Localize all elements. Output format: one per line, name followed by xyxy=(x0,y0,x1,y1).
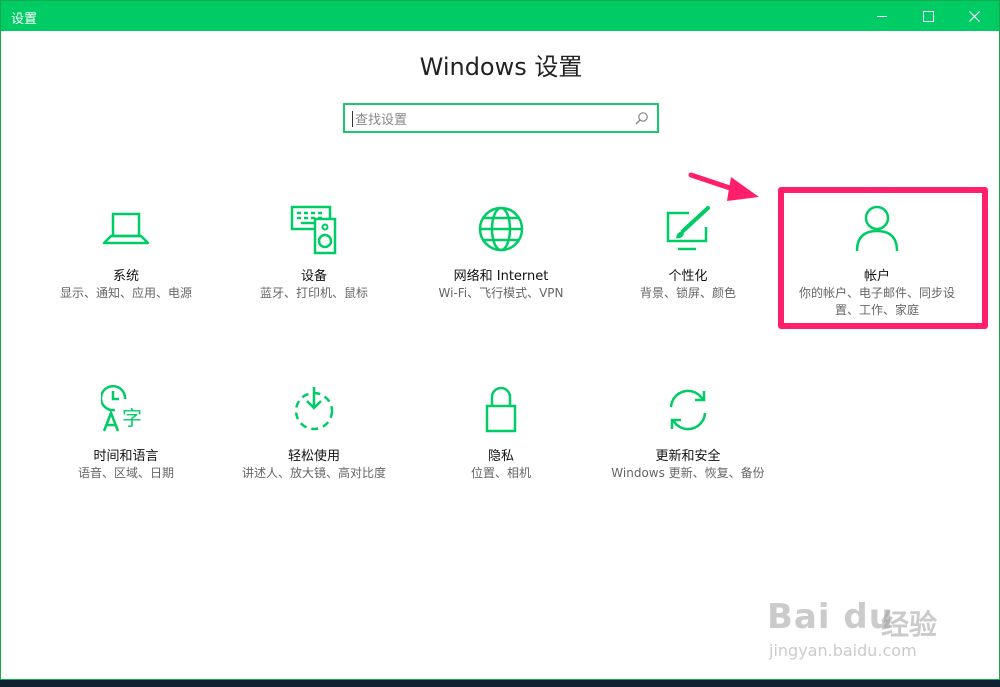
tile-privacy[interactable]: 隐私 位置、相机 xyxy=(411,385,591,515)
close-button[interactable] xyxy=(951,1,997,31)
maximize-icon xyxy=(922,10,934,22)
tile-personalization[interactable]: 个性化 背景、锁屏、颜色 xyxy=(598,205,778,335)
personalization-icon xyxy=(666,206,710,251)
tile-description: 语音、区域、日期 xyxy=(77,466,174,480)
tile-description: 讲述人、放大镜、高对比度 xyxy=(241,466,386,480)
laptop-icon xyxy=(102,212,150,245)
search-input[interactable] xyxy=(353,110,627,130)
watermark-url: jingyan.baidu.com xyxy=(769,641,917,660)
annotation-arrow-icon xyxy=(688,172,759,201)
tile-description: 蓝牙、打印机、鼠标 xyxy=(259,286,368,300)
tile-label: 系统 xyxy=(112,269,139,284)
watermark-brand: Bai du xyxy=(767,597,894,637)
tile-description: Wi-Fi、飞行模式、VPN xyxy=(438,286,564,300)
tile-label: 网络和 Internet xyxy=(453,269,549,284)
minimize-button[interactable] xyxy=(859,1,905,31)
tile-label: 隐私 xyxy=(487,449,514,464)
ease-of-access-icon xyxy=(294,387,334,431)
tile-system[interactable]: 系统 显示、通知、应用、电源 xyxy=(36,205,216,335)
tile-label: 轻松使用 xyxy=(287,449,340,464)
watermark-jingyan: 经验 xyxy=(881,608,938,641)
tile-description: 背景、锁屏、颜色 xyxy=(639,286,736,300)
highlight-box xyxy=(778,187,988,329)
window-title: 设置 xyxy=(11,12,38,27)
tile-description: 位置、相机 xyxy=(470,466,531,480)
tile-label: 个性化 xyxy=(668,269,708,284)
sync-icon xyxy=(669,389,707,431)
tile-label: 更新和安全 xyxy=(655,449,721,464)
lock-icon xyxy=(485,386,517,433)
tile-label: 时间和语言 xyxy=(93,449,159,464)
search-box[interactable] xyxy=(343,103,659,133)
tile-network[interactable]: 网络和 Internet Wi-Fi、飞行模式、VPN xyxy=(411,205,591,335)
minimize-icon xyxy=(877,15,887,17)
time-language-icon: 字 xyxy=(101,385,142,432)
page-title: Windows 设置 xyxy=(419,53,583,81)
tile-ease-of-access[interactable]: 轻松使用 讲述人、放大镜、高对比度 xyxy=(224,385,404,515)
tile-time-language[interactable]: 字 时间和语言 语音、区域、日期 xyxy=(36,385,216,515)
svg-text:字: 字 xyxy=(122,406,142,430)
tile-description: 显示、通知、应用、电源 xyxy=(59,286,192,300)
devices-icon xyxy=(290,205,337,255)
globe-icon xyxy=(478,206,524,252)
baidu-watermark: Bai du 经验 jingyan.baidu.com xyxy=(761,591,961,671)
tile-description: Windows 更新、恢复、备份 xyxy=(611,466,765,480)
tile-devices[interactable]: 设备 蓝牙、打印机、鼠标 xyxy=(224,205,404,335)
maximize-button[interactable] xyxy=(905,1,951,31)
close-icon xyxy=(968,10,980,22)
tile-label: 设备 xyxy=(300,269,327,284)
tile-update-security[interactable]: 更新和安全 Windows 更新、恢复、备份 xyxy=(598,385,778,515)
search-icon[interactable] xyxy=(635,111,649,125)
title-bar[interactable]: 设置 xyxy=(1,1,999,31)
settings-window: 设置 Windows 设置 系统 显示、通知、应用、电源 xyxy=(0,0,1000,680)
